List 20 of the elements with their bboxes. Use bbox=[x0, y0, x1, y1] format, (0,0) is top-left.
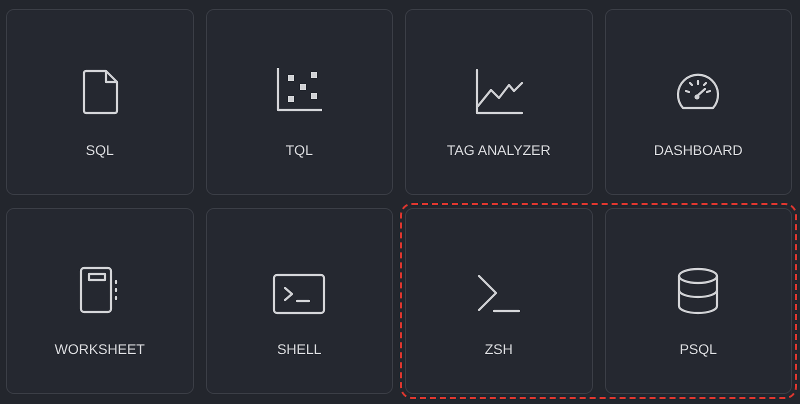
app-tile[interactable]: PSQL bbox=[604, 208, 792, 394]
terminal-icon bbox=[476, 273, 522, 315]
terminal-window-icon bbox=[272, 273, 326, 315]
app-tile[interactable]: SHELL bbox=[206, 208, 393, 394]
app-tile[interactable]: SQL bbox=[6, 9, 194, 195]
database-icon bbox=[676, 267, 720, 315]
tile-label: PSQL bbox=[680, 340, 717, 359]
tile-label: SQL bbox=[86, 141, 114, 160]
app-tile[interactable]: WORKSHEET bbox=[6, 208, 194, 394]
app-tile[interactable]: ZSH bbox=[405, 208, 592, 394]
app-tile[interactable]: TAG ANALYZER bbox=[405, 9, 592, 195]
app-tile[interactable]: TQL bbox=[206, 9, 393, 195]
line-chart-icon bbox=[474, 68, 524, 116]
tile-label: TQL bbox=[286, 141, 313, 160]
tile-label: ZSH bbox=[484, 340, 513, 359]
tile-label: DASHBOARD bbox=[654, 141, 743, 160]
tile-label: SHELL bbox=[277, 340, 322, 359]
tile-label: TAG ANALYZER bbox=[446, 141, 551, 160]
app-tile[interactable]: DASHBOARD bbox=[604, 9, 792, 195]
tile-label: WORKSHEET bbox=[54, 340, 145, 359]
